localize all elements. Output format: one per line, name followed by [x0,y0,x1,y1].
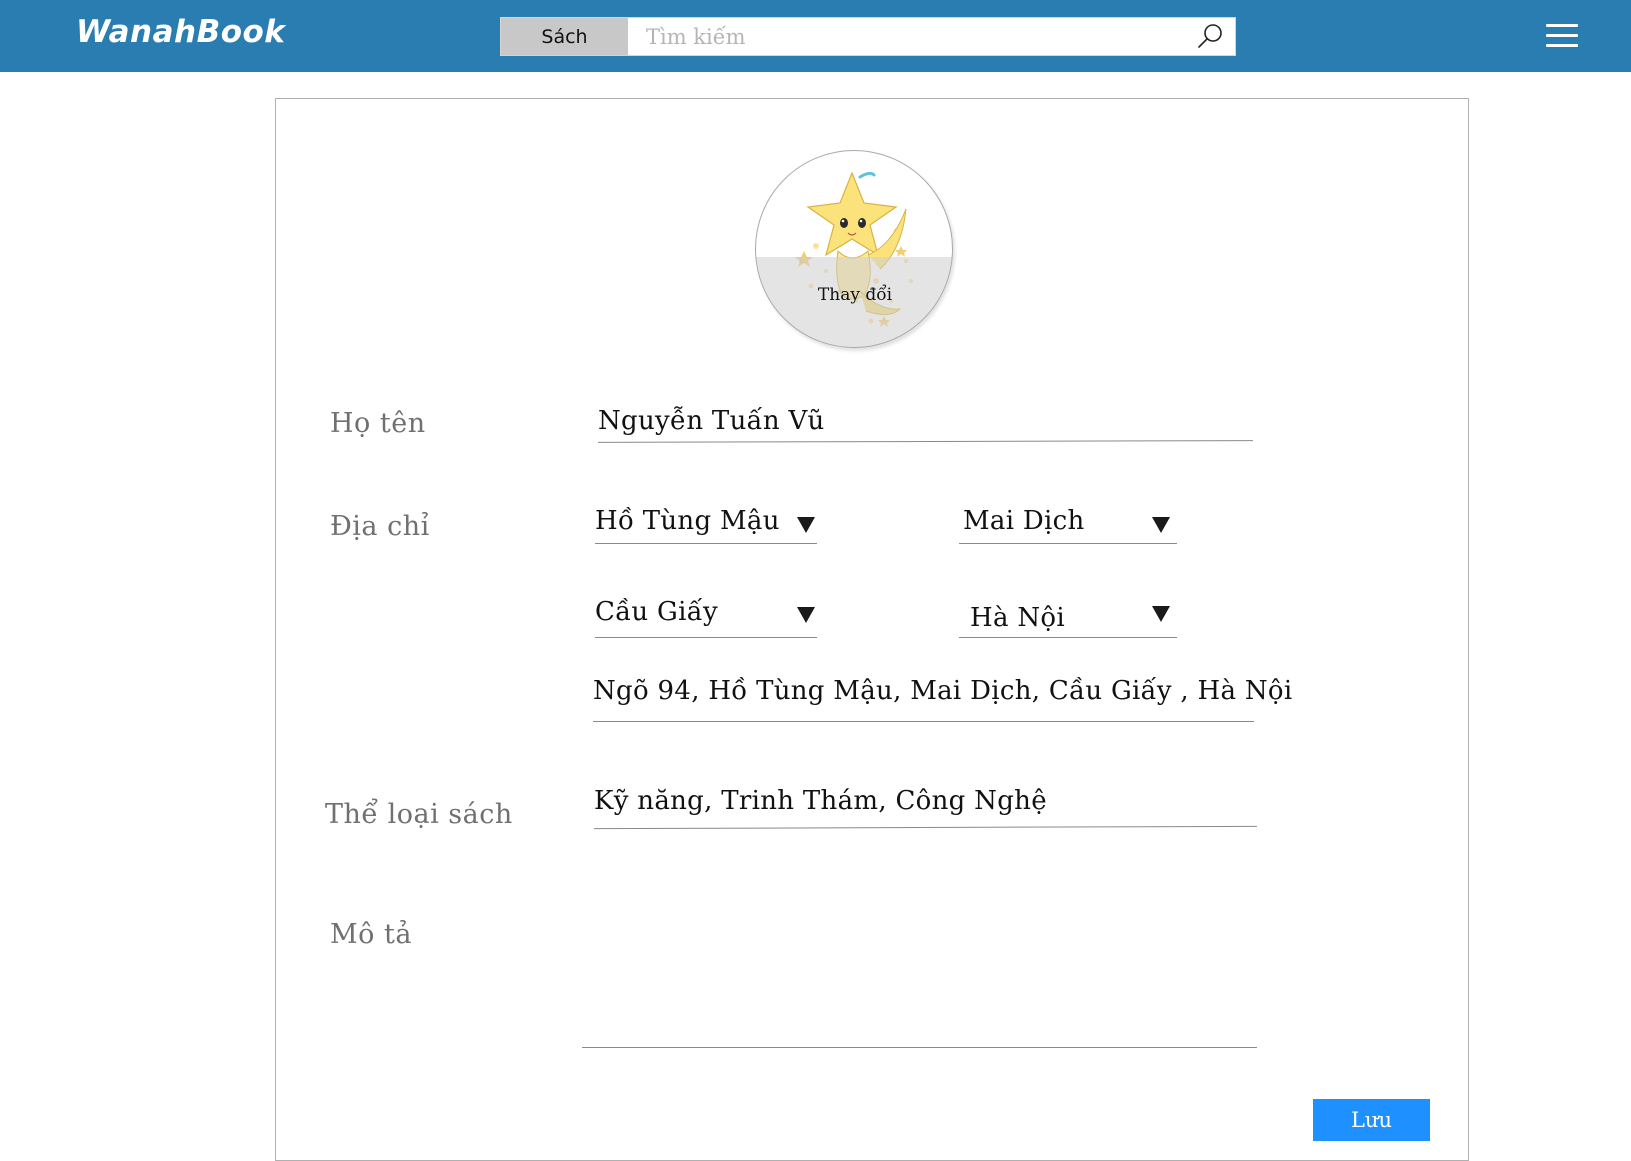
description-underline [582,1047,1257,1048]
address-label: Địa chỉ [330,511,430,542]
chevron-down-icon [1152,606,1170,622]
name-field[interactable]: Nguyễn Tuấn Vũ [598,406,825,436]
search-icon[interactable] [1195,22,1225,52]
chevron-down-icon [1152,517,1170,533]
full-address-field[interactable]: Ngõ 94, Hồ Tùng Mậu, Mai Dịch, Cầu Giấy … [593,676,1293,706]
chevron-down-icon [797,517,815,533]
hamburger-menu-icon[interactable] [1546,24,1578,48]
district-underline [595,637,817,638]
chevron-down-icon [797,607,815,623]
name-label: Họ tên [330,408,426,439]
search-category-select[interactable]: Sách [501,18,628,55]
ward-select[interactable]: Mai Dịch [963,506,1177,544]
description-field[interactable] [585,915,1253,1045]
avatar[interactable]: Thay đổi [755,150,953,348]
city-select[interactable]: Hà Nội [970,603,1177,641]
street-select-value: Hồ Tùng Mậu [595,506,780,536]
district-select[interactable]: Cầu Giấy [595,597,817,635]
city-select-value: Hà Nội [970,603,1065,633]
ward-underline [959,543,1177,544]
genres-field[interactable]: Kỹ năng, Trinh Thám, Công Nghệ [594,786,1047,816]
search-input[interactable] [628,18,1188,55]
logo[interactable]: WanahBook [76,14,285,50]
street-underline [595,543,817,544]
full-address-underline [593,721,1254,722]
district-select-value: Cầu Giấy [595,597,718,627]
change-avatar-button[interactable]: Thay đổi [756,285,952,305]
description-label: Mô tả [330,919,412,950]
ward-select-value: Mai Dịch [963,506,1085,536]
street-select[interactable]: Hồ Tùng Mậu [595,506,817,544]
city-underline [959,637,1177,638]
genres-label: Thể loại sách [325,799,513,830]
save-button[interactable]: Lưu [1313,1099,1430,1141]
top-navbar: WanahBook Sách [0,0,1631,72]
search-bar: Sách [500,17,1236,56]
